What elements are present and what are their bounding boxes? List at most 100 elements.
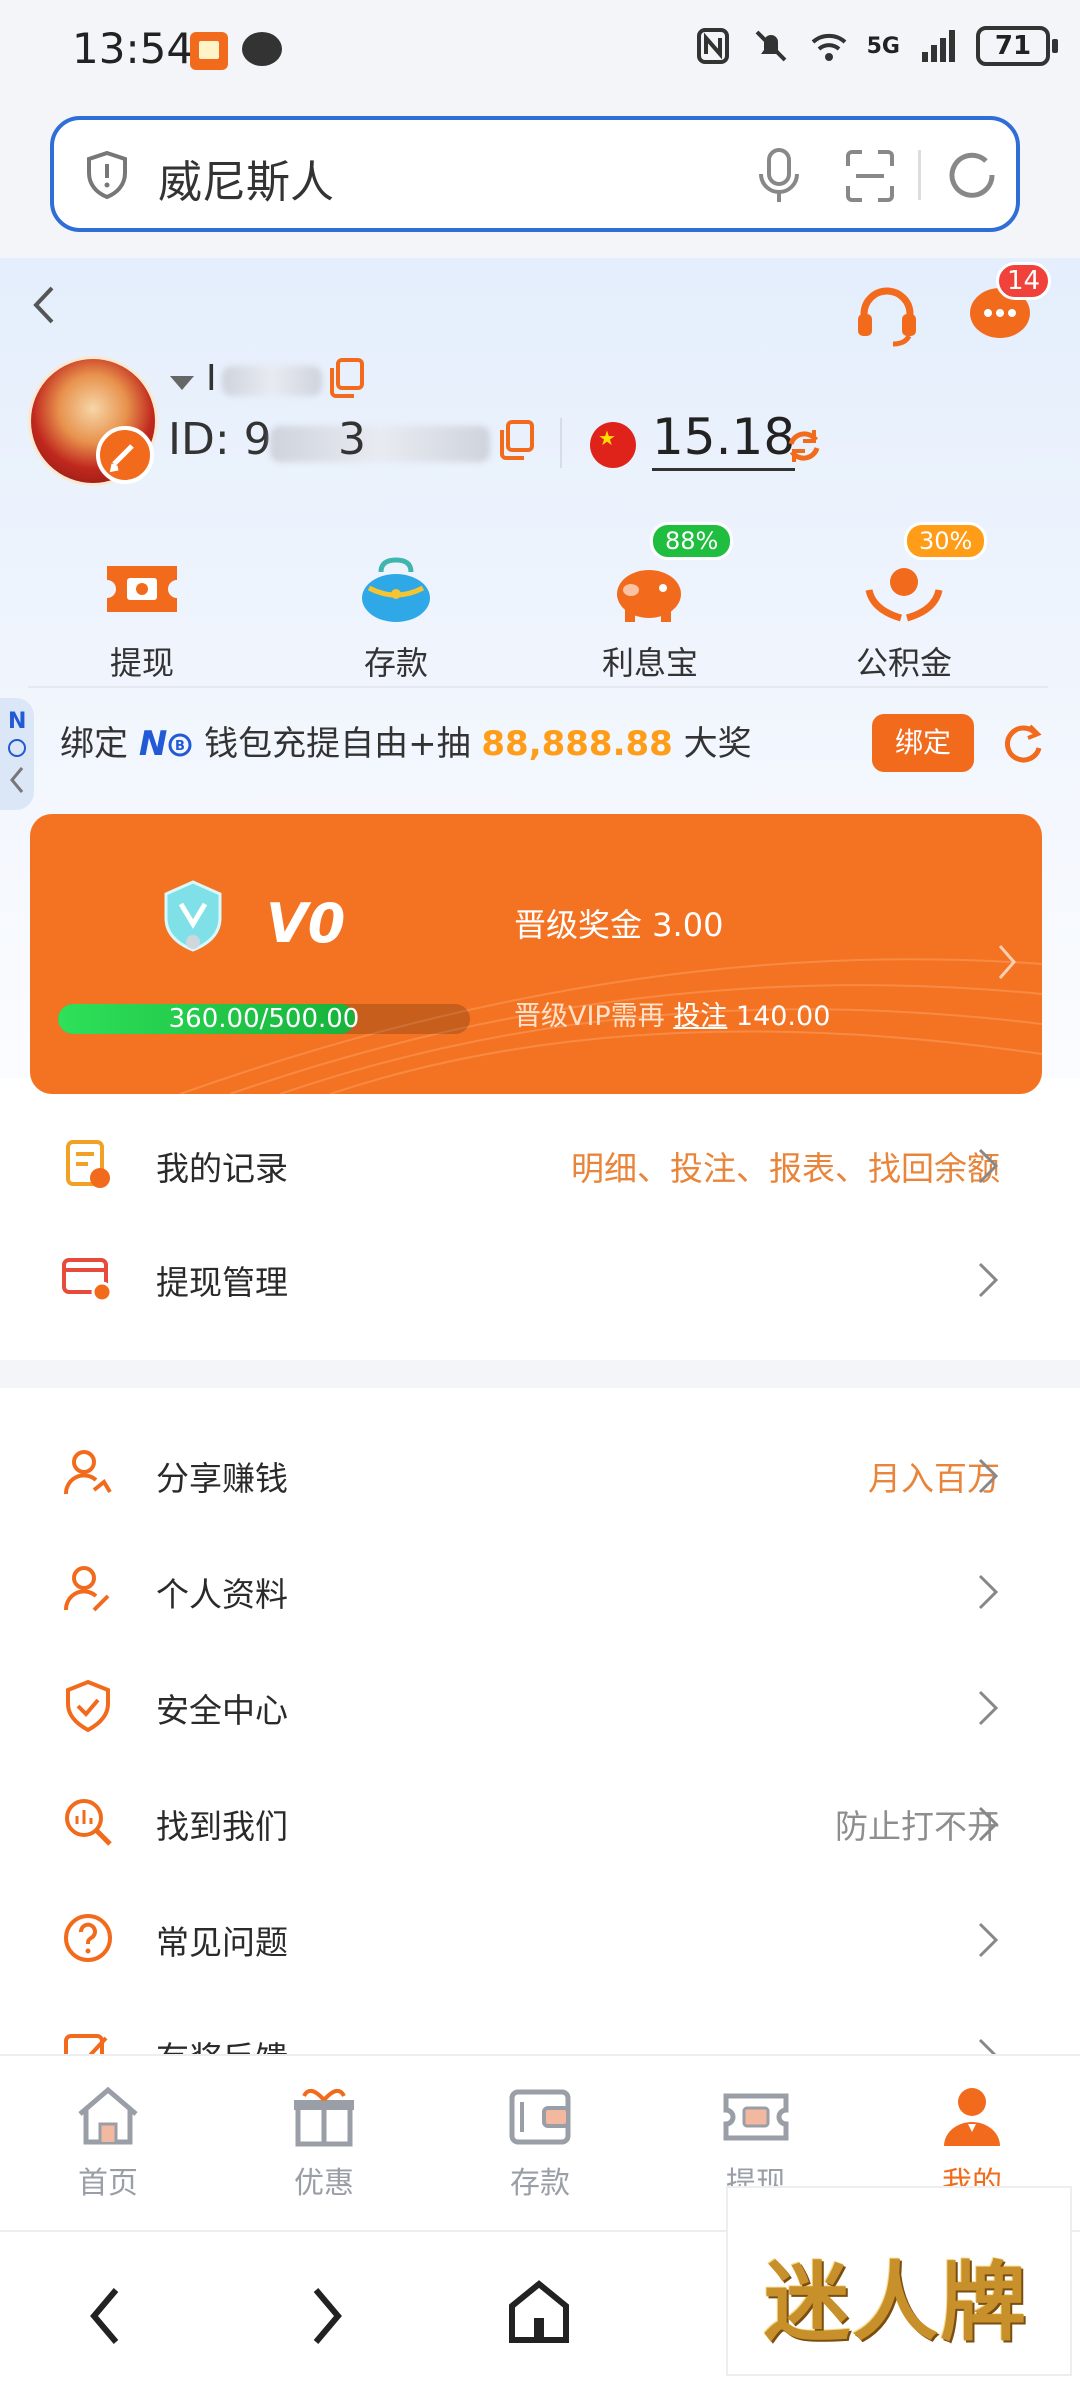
vip-upgrade-bonus: 晋级奖金 3.00 <box>514 906 724 944</box>
vip-card[interactable]: V0 360.00/500.00 晋级奖金 3.00 晋级VIP需再 投注 14… <box>30 814 1042 1094</box>
divider <box>560 418 562 468</box>
user-icon <box>944 2088 1000 2146</box>
quick-action-provident-fund[interactable]: 30% 公积金 <box>824 522 988 684</box>
hands-coin-icon <box>865 568 943 622</box>
menu-item-label: 找到我们 <box>156 1807 288 1846</box>
quick-action-interest[interactable]: 88% 利息宝 <box>570 522 734 684</box>
china-flag-icon <box>590 422 636 468</box>
tab-withdraw[interactable]: 提现 <box>686 2084 826 2202</box>
tab-label: 存款 <box>510 2166 570 2201</box>
card-settings-icon <box>62 1258 113 1303</box>
menu-item-withdraw-management[interactable]: 提现管理 <box>0 1224 1080 1336</box>
menu-item-find-us[interactable]: 找到我们 防止打不开 <box>0 1768 1080 1880</box>
watermark-text: 迷人牌 <box>764 2252 1028 2353</box>
menu-item-faq[interactable]: 常见问题 <box>0 1884 1080 1996</box>
account-balance: 15.18 <box>652 408 796 471</box>
refresh-icon[interactable] <box>1000 720 1046 766</box>
side-wallet-tab[interactable]: N <box>0 698 34 810</box>
vip-upgrade-requirement: 晋级VIP需再 投注 140.00 <box>514 1001 831 1032</box>
nav-forward-icon[interactable] <box>306 2284 346 2348</box>
menu-item-label: 分享赚钱 <box>156 1459 288 1498</box>
shield-check-icon <box>66 1679 110 1733</box>
account-switch-caret-icon[interactable] <box>170 376 194 390</box>
edit-avatar-icon[interactable] <box>96 426 154 484</box>
menu-item-label: 我的记录 <box>156 1149 288 1188</box>
interest-rate-tag: 88% <box>650 522 734 560</box>
nfc-icon <box>696 28 729 64</box>
network-type: 5G <box>866 33 900 59</box>
copy-id-icon[interactable] <box>496 418 536 462</box>
search-icon <box>65 1799 112 1846</box>
chevron-right-icon <box>978 1148 999 1184</box>
withdraw-ticket-icon <box>107 566 177 612</box>
browser-address-bar[interactable]: 威尼斯人 <box>50 116 1020 232</box>
battery-indicator: 71 <box>976 26 1058 66</box>
home-icon <box>78 2086 138 2145</box>
menu-item-profile[interactable]: 个人资料 <box>0 1536 1080 1648</box>
bind-wallet-button[interactable]: 绑定 <box>872 714 974 772</box>
chevron-right-icon <box>978 1262 999 1298</box>
vip-level: V0 <box>266 892 346 955</box>
bet-link[interactable]: 投注 <box>673 1001 727 1032</box>
chevron-right-icon <box>998 945 1016 979</box>
tab-home[interactable]: 首页 <box>38 2084 178 2202</box>
search-query-text[interactable]: 威尼斯人 <box>158 146 334 210</box>
scan-icon[interactable] <box>844 148 896 204</box>
tab-promotions[interactable]: 优惠 <box>254 2084 394 2202</box>
wallet-icon <box>509 2089 571 2145</box>
customer-service-icon[interactable] <box>852 284 922 348</box>
share-user-icon <box>63 1450 112 1495</box>
tab-label: 优惠 <box>294 2166 354 2201</box>
divider <box>28 686 1048 688</box>
nav-back-icon[interactable] <box>86 2284 126 2348</box>
shield-icon <box>87 150 127 200</box>
copy-username-icon[interactable] <box>326 356 366 400</box>
vip-progress-bar: 360.00/500.00 <box>58 1004 470 1034</box>
quick-action-label: 利息宝 <box>601 644 698 682</box>
quick-action-label: 提现 <box>109 644 174 682</box>
chevron-right-icon <box>978 1458 999 1494</box>
back-arrow-icon[interactable] <box>24 280 64 330</box>
chevron-right-icon <box>978 1806 999 1842</box>
tab-deposit[interactable]: 存款 <box>470 2084 610 2202</box>
vip-card-decoration <box>179 958 1042 1094</box>
microphone-icon[interactable] <box>754 146 804 206</box>
wallet-promo-text: 绑定 NB 钱包充提自由+抽 88,888.88 大奖 <box>60 724 752 764</box>
coin-icon: B <box>168 733 192 757</box>
status-time: 13:54 <box>72 24 194 73</box>
tab-mine[interactable]: 我的 <box>902 2084 1042 2202</box>
quick-action-label: 存款 <box>363 644 428 682</box>
svg-text:B: B <box>175 739 185 754</box>
menu-item-hint: 明细、投注、报表、找回余额 <box>571 1149 1000 1188</box>
status-bar: 13:54 5G 71 <box>0 0 1080 100</box>
user-id-partial: 3 <box>338 414 366 465</box>
refresh-balance-icon[interactable] <box>784 426 824 466</box>
menu-item-security-center[interactable]: 安全中心 <box>0 1652 1080 1764</box>
chevron-right-icon <box>978 1574 999 1610</box>
menu-item-share-earn[interactable]: 分享赚钱 月入百万 <box>0 1420 1080 1532</box>
wallet-purse-icon <box>362 557 430 622</box>
menu-item-label: 个人资料 <box>156 1575 288 1614</box>
nav-home-icon[interactable] <box>506 2278 572 2346</box>
vip-shield-badge-icon <box>164 880 222 952</box>
records-icon <box>66 1140 110 1188</box>
quick-action-label: 公积金 <box>855 644 952 682</box>
menu-item-feedback[interactable]: 有奖反馈 <box>0 2000 1080 2058</box>
menu-item-my-records[interactable]: 我的记录 明细、投注、报表、找回余额 <box>0 1110 1080 1222</box>
fund-rate-tag: 30% <box>904 522 988 560</box>
tab-label: 首页 <box>78 2166 138 2201</box>
user-id: ID: 9 <box>168 414 272 465</box>
quick-action-deposit[interactable]: 存款 <box>316 554 476 684</box>
quick-action-withdraw[interactable]: 提现 <box>62 554 222 684</box>
red-envelope-app-icon <box>190 32 228 70</box>
user-id-redacted <box>270 426 490 462</box>
svg-text:N: N <box>8 709 26 734</box>
account-page: 14 I ID: 9 3 15.18 提现 存款 88% 利息宝 30% <box>0 258 1080 2058</box>
menu-item-label: 安全中心 <box>156 1691 288 1730</box>
user-edit-icon <box>63 1566 110 1612</box>
chevron-right-icon <box>978 1690 999 1726</box>
messages-count-badge: 14 <box>996 262 1052 300</box>
username: I <box>206 358 217 399</box>
reload-icon[interactable] <box>942 144 1002 206</box>
chevron-right-icon <box>978 1922 999 1958</box>
